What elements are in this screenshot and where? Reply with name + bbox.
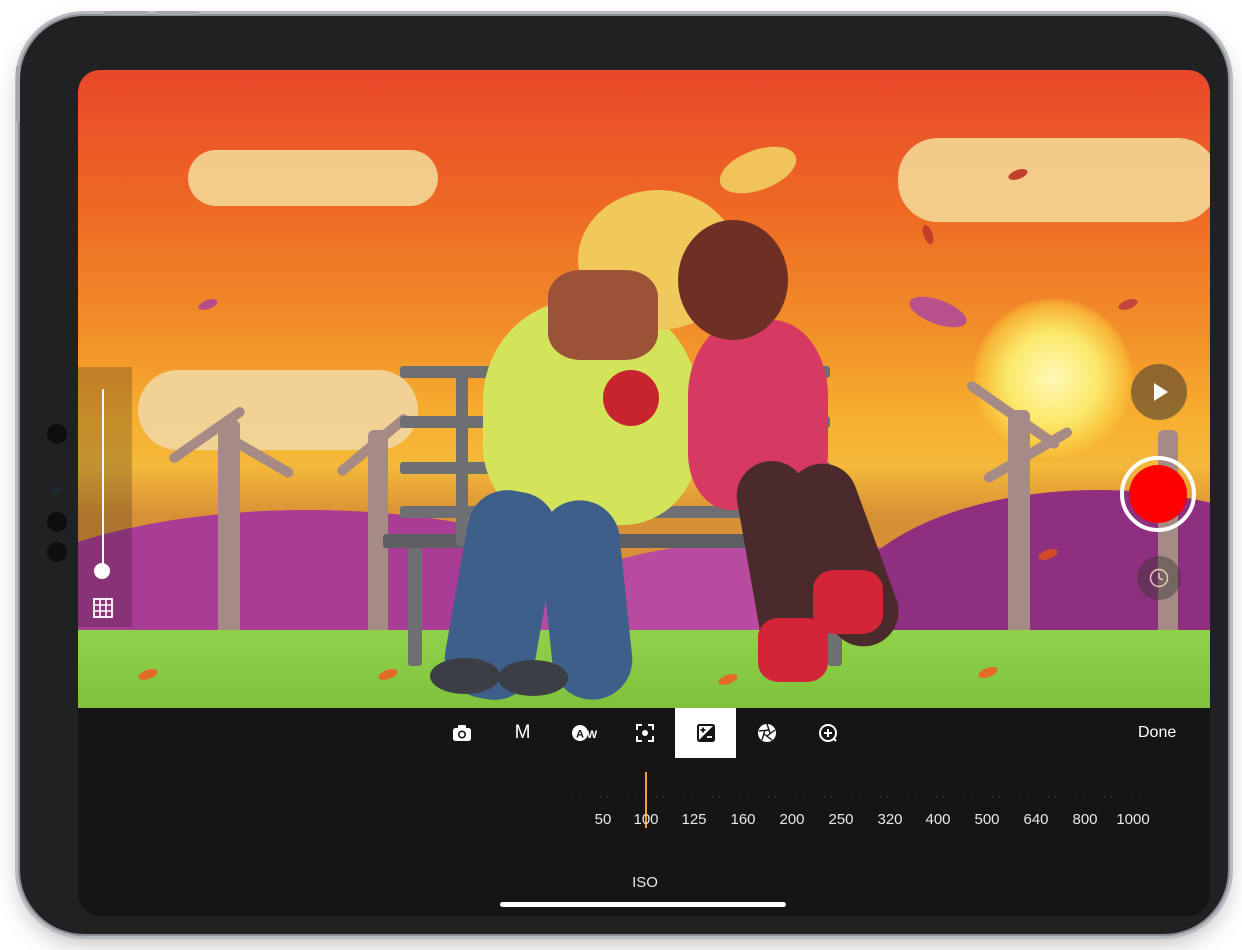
- grid-icon[interactable]: [92, 597, 114, 619]
- vertical-slider-thumb[interactable]: [94, 563, 110, 579]
- done-button[interactable]: Done: [1138, 724, 1176, 742]
- svg-text:A: A: [576, 729, 584, 741]
- clock-icon: [1149, 568, 1169, 588]
- ipad-frame: M A W Done 50 100 125 160 200 250 320 40…: [20, 16, 1228, 934]
- iso-value-label[interactable]: 400: [925, 811, 950, 828]
- tool-aperture[interactable]: [736, 708, 797, 758]
- play-icon: [1154, 383, 1168, 401]
- volume-up-button: [104, 11, 148, 15]
- iso-value-label[interactable]: 125: [681, 811, 706, 828]
- iso-value-label[interactable]: 50: [595, 811, 612, 828]
- home-indicator[interactable]: [500, 902, 786, 907]
- exposure-icon: [696, 724, 715, 742]
- front-camera-cluster: [47, 424, 69, 564]
- vertical-slider-track[interactable]: [102, 389, 104, 571]
- tool-exposure[interactable]: [675, 708, 736, 758]
- screen: M A W Done 50 100 125 160 200 250 320 40…: [78, 70, 1210, 916]
- iso-value-label[interactable]: 200: [779, 811, 804, 828]
- grass: [78, 630, 1210, 708]
- tool-manual-mode[interactable]: M: [492, 708, 553, 758]
- tool-focus[interactable]: [614, 708, 675, 758]
- iso-value-label[interactable]: 250: [828, 811, 853, 828]
- zoom-in-icon: [818, 724, 837, 742]
- iso-scale[interactable]: 50 100 125 160 200 250 320 400 500 640 8…: [572, 796, 1159, 828]
- tool-zoom[interactable]: [797, 708, 858, 758]
- camera-icon: [452, 725, 471, 741]
- play-button[interactable]: [1131, 364, 1187, 420]
- iso-title: ISO: [632, 874, 658, 891]
- focus-icon: [635, 724, 654, 742]
- iso-value-label[interactable]: 160: [730, 811, 755, 828]
- auto-white-balance-icon: A W: [571, 725, 597, 741]
- tool-white-balance[interactable]: A W: [553, 708, 614, 758]
- zoom-slider-panel: [78, 367, 132, 627]
- iso-value-label[interactable]: 640: [1023, 811, 1048, 828]
- iso-value-label[interactable]: 800: [1072, 811, 1097, 828]
- iso-value-label[interactable]: 320: [877, 811, 902, 828]
- iso-scale-ticks: [572, 796, 1159, 798]
- camera-controls-bar: M A W Done 50 100 125 160 200 250 320 40…: [78, 708, 1210, 916]
- record-button[interactable]: [1120, 456, 1196, 532]
- iso-value-label[interactable]: 500: [974, 811, 999, 828]
- camera-viewfinder[interactable]: [78, 70, 1210, 708]
- svg-text:W: W: [586, 729, 597, 741]
- aperture-icon: [757, 723, 776, 742]
- iso-value-label[interactable]: 1000: [1116, 811, 1149, 828]
- mode-toolbar: M A W: [431, 708, 858, 758]
- volume-down-button: [155, 11, 199, 15]
- record-icon: [1129, 465, 1187, 523]
- power-button: [16, 66, 20, 122]
- iso-value-label[interactable]: 100: [633, 811, 658, 828]
- timer-button[interactable]: [1137, 556, 1181, 600]
- manual-mode-label: M: [514, 722, 531, 743]
- tool-photo-mode[interactable]: [431, 708, 492, 758]
